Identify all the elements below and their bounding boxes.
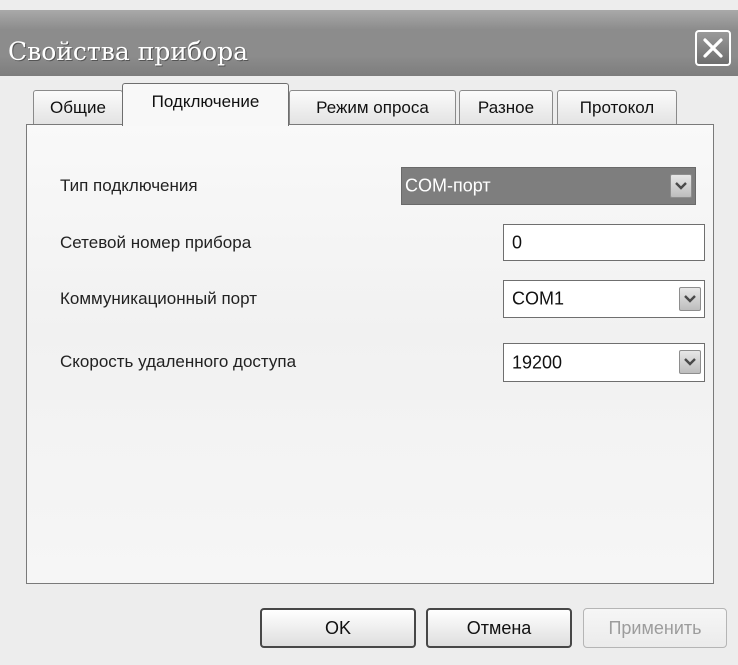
network-number-value: 0 — [512, 232, 523, 252]
properties-dialog: Свойства прибора Общие Подключение Режим… — [0, 0, 738, 665]
cancel-button[interactable]: Отмена — [426, 608, 572, 648]
apply-button[interactable]: Применить — [583, 608, 727, 648]
connection-type-value: COM-порт — [405, 175, 491, 196]
tab-misc[interactable]: Разное — [459, 90, 553, 124]
tab-connection[interactable]: Подключение — [122, 83, 289, 126]
comm-port-dropdown-button[interactable] — [679, 287, 701, 311]
tab-general[interactable]: Общие — [33, 90, 123, 124]
comm-port-value: COM1 — [512, 288, 565, 309]
baud-rate-dropdown-button[interactable] — [679, 350, 701, 374]
network-number-label: Сетевой номер прибора — [60, 233, 252, 252]
chevron-down-icon — [684, 358, 696, 366]
ok-button[interactable]: OK — [260, 608, 416, 648]
tab-polling-mode[interactable]: Режим опроса — [289, 90, 456, 124]
tab-protocol[interactable]: Протокол — [557, 90, 677, 124]
connection-type-dropdown-button[interactable] — [670, 174, 692, 198]
chevron-down-icon — [675, 182, 687, 190]
network-number-input[interactable]: 0 — [503, 224, 705, 261]
comm-port-select[interactable]: COM1 — [503, 280, 705, 318]
comm-port-label: Коммуникационный порт — [60, 289, 258, 308]
connection-type-select[interactable]: COM-порт — [401, 167, 696, 205]
baud-rate-select[interactable]: 19200 — [503, 343, 705, 382]
chevron-down-icon — [684, 295, 696, 303]
baud-rate-value: 19200 — [512, 352, 563, 372]
tab-strip: Общие Подключение Режим опроса Разное Пр… — [0, 0, 738, 130]
baud-rate-label: Скорость удаленного доступа — [60, 352, 297, 371]
connection-type-label: Тип подключения — [60, 176, 198, 195]
